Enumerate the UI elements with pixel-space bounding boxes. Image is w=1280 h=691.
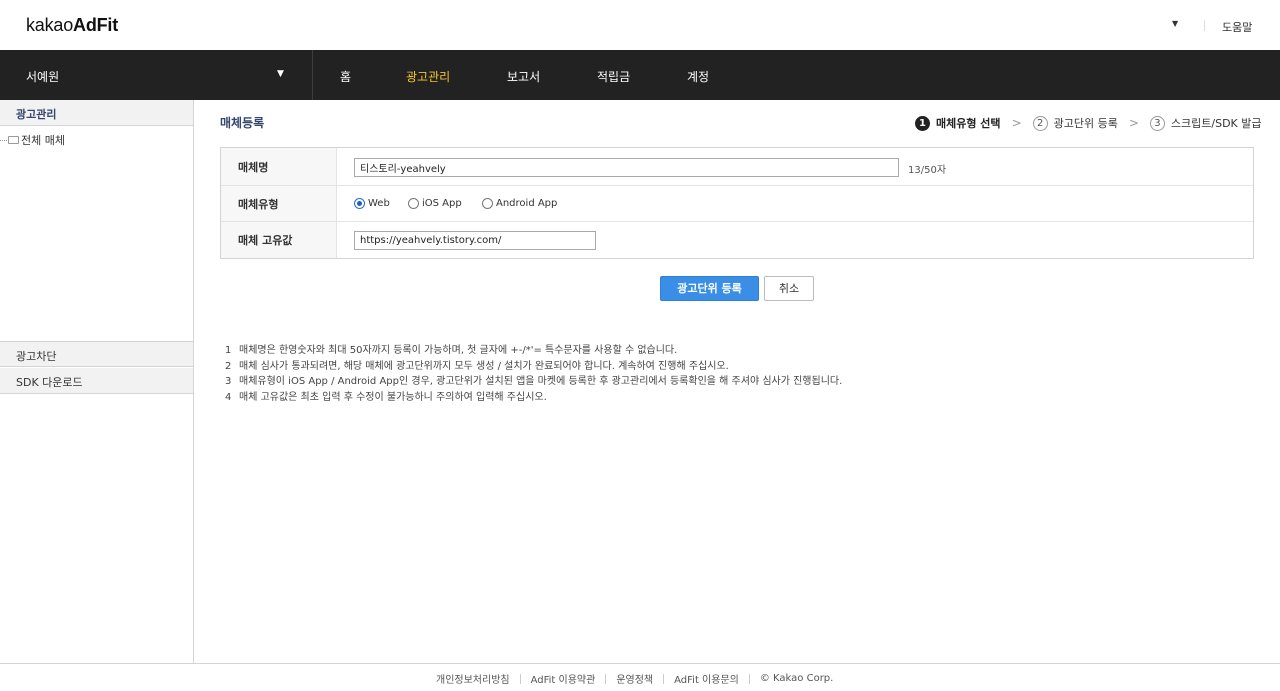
radio-ios-app[interactable]: iOS App bbox=[408, 198, 462, 209]
note-number: 4 bbox=[225, 391, 232, 403]
footer-link-terms[interactable]: AdFit 이용약관 bbox=[531, 671, 596, 686]
footer-divider bbox=[748, 673, 750, 684]
note-number: 1 bbox=[225, 345, 232, 356]
footer-divider bbox=[519, 673, 521, 684]
footer-link-inquiry[interactable]: AdFit 이용문의 bbox=[674, 671, 739, 686]
folder-icon bbox=[8, 136, 19, 144]
step-3-label: 스크립트/SDK 발급 bbox=[1170, 117, 1262, 130]
footer-link-privacy[interactable]: 개인정보처리방침 bbox=[436, 671, 510, 686]
sidebar-item-ad-block[interactable]: 광고차단 bbox=[0, 341, 193, 367]
footer-divider bbox=[663, 673, 665, 684]
account-dropdown-icon[interactable]: ▼ bbox=[277, 69, 284, 79]
sidebar-item-ad-management[interactable]: 광고관리 bbox=[0, 100, 193, 126]
radio-ios-label: iOS App bbox=[422, 198, 462, 209]
note-number: 2 bbox=[225, 360, 232, 372]
media-name-input[interactable] bbox=[354, 158, 899, 177]
page-title: 매체등록 bbox=[220, 116, 265, 130]
list-item: 4 매체 고유값은 최초 입력 후 수정이 불가능하니 주의하여 입력해 주십시오… bbox=[225, 390, 842, 406]
register-ad-unit-button[interactable]: 광고단위 등록 bbox=[660, 276, 759, 301]
step-2-badge: 2 bbox=[1032, 115, 1048, 131]
kakao-adfit-logo[interactable]: kakaoAdFit bbox=[26, 15, 118, 36]
list-item: 3 매체유형이 iOS App / Android App인 경우, 광고단위가 … bbox=[225, 374, 842, 390]
step-1-label: 매체유형 선택 bbox=[936, 117, 1001, 130]
media-registration-form: 매체명 13/50자 매체유형 Web iOS App Android App … bbox=[220, 147, 1254, 259]
radio-web-dot[interactable] bbox=[354, 198, 365, 209]
help-link[interactable]: 도움말 bbox=[1222, 19, 1252, 35]
list-item: 2 매체 심사가 통과되려면, 해당 매체에 광고단위까지 모두 생성 / 설치가… bbox=[225, 359, 842, 375]
chevron-down-icon[interactable]: ▼ bbox=[1172, 19, 1178, 28]
header-divider bbox=[1204, 20, 1205, 31]
radio-android-dot[interactable] bbox=[482, 198, 493, 209]
unique-value-input[interactable] bbox=[354, 231, 596, 250]
form-row-media-name: 매체명 13/50자 bbox=[221, 148, 1253, 186]
logo-text-light: kakao bbox=[26, 15, 74, 35]
list-item: 1 매체명은 한영숫자와 최대 50자까지 등록이 가능하며, 첫 글자에 +-/… bbox=[225, 343, 842, 359]
note-text: 매체 심사가 통과되려면, 해당 매체에 광고단위까지 모두 생성 / 설치가 … bbox=[239, 360, 729, 372]
notes-list: 1 매체명은 한영숫자와 최대 50자까지 등록이 가능하며, 첫 글자에 +-/… bbox=[225, 343, 842, 405]
nav-item-credits[interactable]: 적립금 bbox=[597, 68, 630, 85]
tree-connector bbox=[0, 139, 7, 141]
cancel-button[interactable]: 취소 bbox=[764, 276, 814, 301]
media-name-counter: 13/50자 bbox=[908, 165, 947, 176]
radio-ios-dot[interactable] bbox=[408, 198, 419, 209]
radio-android-label: Android App bbox=[496, 198, 558, 209]
main-nav: 서예원 ▼ 홈 광고관리 보고서 적립금 계정 bbox=[0, 50, 1280, 100]
media-name-label: 매체명 bbox=[221, 148, 337, 185]
tree-item-all-media[interactable]: 전체 매체 bbox=[0, 132, 65, 148]
radio-android-app[interactable]: Android App bbox=[482, 198, 557, 209]
note-text: 매체 고유값은 최초 입력 후 수정이 불가능하니 주의하여 입력해 주십시오. bbox=[239, 391, 547, 403]
sidebar: 광고관리 전체 매체 광고차단 SDK 다운로드 bbox=[0, 100, 194, 663]
step-indicator: 1 매체유형 선택 > 2 광고단위 등록 > 3 스크립트/SDK 발급 bbox=[915, 115, 1262, 131]
step-1-badge: 1 bbox=[915, 115, 930, 131]
chevron-right-icon: > bbox=[1011, 116, 1022, 130]
tree-item-label: 전체 매체 bbox=[21, 134, 65, 147]
chevron-right-icon: > bbox=[1128, 116, 1139, 130]
logo-text-bold: AdFit bbox=[73, 15, 119, 35]
account-name: 서예원 bbox=[26, 70, 60, 84]
footer-divider bbox=[605, 673, 607, 684]
media-type-label: 매체유형 bbox=[221, 186, 337, 221]
footer-copyright: © Kakao Corp. bbox=[759, 673, 834, 684]
nav-item-home[interactable]: 홈 bbox=[340, 68, 351, 85]
nav-item-account[interactable]: 계정 bbox=[687, 68, 709, 85]
footer-link-policy[interactable]: 운영정책 bbox=[616, 671, 653, 686]
top-header: kakaoAdFit ▼ 도움말 bbox=[0, 0, 1280, 50]
radio-web-label: Web bbox=[368, 198, 390, 209]
note-text: 매체명은 한영숫자와 최대 50자까지 등록이 가능하며, 첫 글자에 +-/*… bbox=[239, 345, 678, 356]
nav-item-ad-management[interactable]: 광고관리 bbox=[406, 68, 450, 85]
footer: 개인정보처리방침 AdFit 이용약관 운영정책 AdFit 이용문의 © Ka… bbox=[0, 663, 1280, 691]
nav-item-reports[interactable]: 보고서 bbox=[507, 68, 540, 85]
note-number: 3 bbox=[225, 376, 232, 387]
unique-value-label: 매체 고유값 bbox=[221, 222, 337, 258]
step-3-badge: 3 bbox=[1149, 115, 1165, 131]
sidebar-item-sdk-download[interactable]: SDK 다운로드 bbox=[0, 368, 193, 394]
form-row-media-type: 매체유형 Web iOS App Android App bbox=[221, 186, 1253, 222]
account-selector[interactable]: 서예원 ▼ bbox=[0, 50, 313, 100]
step-2-label: 광고단위 등록 bbox=[1053, 117, 1118, 130]
footer-links: 개인정보처리방침 AdFit 이용약관 운영정책 AdFit 이용문의 © Ka… bbox=[436, 671, 833, 686]
form-row-unique-value: 매체 고유값 bbox=[221, 222, 1253, 258]
note-text: 매체유형이 iOS App / Android App인 경우, 광고단위가 설… bbox=[239, 376, 843, 387]
radio-web[interactable]: Web bbox=[354, 198, 390, 209]
